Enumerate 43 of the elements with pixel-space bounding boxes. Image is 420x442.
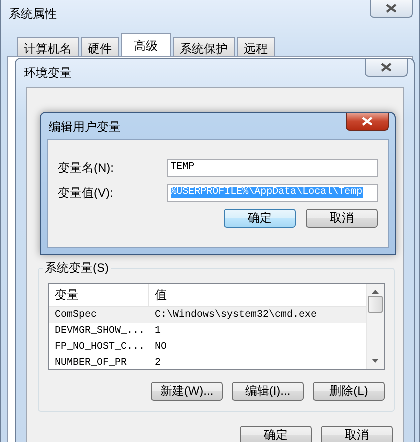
- window-title: 环境变量: [23, 65, 72, 82]
- dialog-title: 编辑用户变量: [48, 119, 121, 136]
- window-title: 系统属性: [8, 6, 57, 23]
- table-cell-text: NO: [154, 342, 168, 352]
- column-header[interactable]: 值: [149, 284, 167, 306]
- list-row[interactable]: NUMBER_OF_PR 2: [49, 355, 366, 369]
- close-icon: [386, 4, 397, 13]
- list-row[interactable]: FP_NO_HOST_C... NO: [49, 339, 366, 355]
- ok-button[interactable]: 确定: [224, 209, 296, 228]
- tab[interactable]: 硬件: [81, 37, 119, 56]
- close-button[interactable]: [346, 113, 389, 131]
- up-arrow-icon[interactable]: [372, 290, 379, 294]
- ok-button[interactable]: 确定: [240, 426, 312, 442]
- field-label: 变量值(V):: [58, 184, 114, 202]
- table-cell-text: DEVMGR_SHOW_...: [54, 326, 146, 336]
- action-button[interactable]: 新建(W)...: [151, 382, 223, 401]
- close-button[interactable]: [370, 0, 413, 18]
- scroll-thumb[interactable]: [368, 296, 383, 313]
- close-icon: [362, 117, 373, 126]
- group-label: 系统变量(S): [43, 260, 111, 277]
- column-header[interactable]: 变量: [49, 284, 149, 306]
- close-button[interactable]: [365, 59, 408, 77]
- table-cell-text: FP_NO_HOST_C...: [54, 342, 146, 352]
- action-button[interactable]: 编辑(I)...: [232, 382, 304, 401]
- input-field[interactable]: TEMP: [166, 159, 378, 177]
- tab[interactable]: 计算机名: [17, 37, 79, 56]
- field-label: 变量名(N):: [58, 160, 115, 176]
- action-button[interactable]: 删除(L): [313, 382, 385, 401]
- table-cell-text: 2: [154, 358, 162, 368]
- tab[interactable]: 系统保护: [173, 37, 235, 56]
- cancel-button[interactable]: 取消: [321, 426, 393, 442]
- scrollbar[interactable]: [366, 284, 384, 369]
- table-cell-text: 1: [154, 326, 162, 336]
- list-row[interactable]: DEVMGR_SHOW_... 1: [49, 323, 366, 339]
- table-cell-text: C:\Windows\system32\cmd.exe: [154, 310, 318, 320]
- close-icon: [381, 63, 392, 72]
- table-cell-text: ComSpec: [54, 310, 98, 320]
- tab[interactable]: 远程: [237, 37, 275, 56]
- down-arrow-icon[interactable]: [372, 359, 379, 363]
- table-cell-text: NUMBER_OF_PR: [54, 358, 128, 368]
- cancel-button[interactable]: 取消: [306, 209, 378, 228]
- list-row[interactable]: ComSpec C:\Windows\system32\cmd.exe: [49, 307, 366, 323]
- tab[interactable]: 高级: [121, 33, 171, 56]
